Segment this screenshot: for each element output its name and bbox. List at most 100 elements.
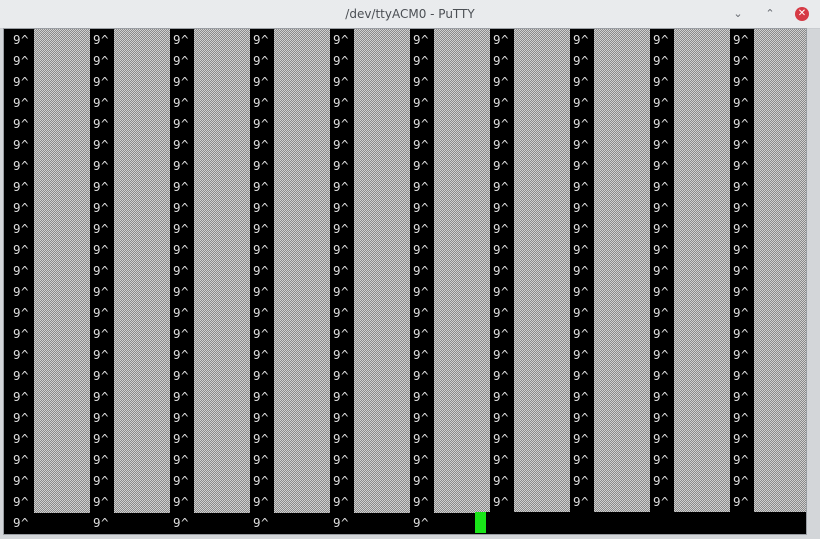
terminal-shade-band (34, 29, 90, 513)
terminal-cell: 9^ (573, 32, 590, 47)
terminal-cell: 9^ (93, 305, 110, 320)
terminal-cell: 9^ (13, 158, 30, 173)
terminal-cell: 9^ (653, 242, 670, 257)
terminal-cell: 9^ (333, 410, 350, 425)
terminal-cell: 9^ (653, 95, 670, 110)
terminal-cell: 9^ (413, 347, 430, 362)
terminal-cell: 9^ (333, 473, 350, 488)
terminal-cell: 9^ (653, 326, 670, 341)
terminal-cell: 9^ (173, 32, 190, 47)
terminal-cell: 9^ (653, 200, 670, 215)
terminal-cell: 9^ (653, 473, 670, 488)
terminal-cell: 9^ (173, 74, 190, 89)
terminal-cell: 9^ (253, 305, 270, 320)
terminal-cell: 9^ (173, 53, 190, 68)
restore-icon[interactable]: ⌃ (763, 7, 777, 21)
terminal-cell: 9^ (413, 473, 430, 488)
terminal-cell: 9^ (13, 32, 30, 47)
terminal-cell: 9^ (333, 284, 350, 299)
terminal-cell: 9^ (13, 410, 30, 425)
terminal-cell: 9^ (253, 32, 270, 47)
terminal-cell: 9^ (493, 116, 510, 131)
terminal-cell: 9^ (493, 494, 510, 509)
terminal-cell: 9^ (13, 347, 30, 362)
terminal-cell: 9^ (333, 347, 350, 362)
window-bottom-edge (0, 535, 820, 539)
terminal-cell: 9^ (493, 179, 510, 194)
terminal-cell: 9^ (653, 368, 670, 383)
terminal-cell: 9^ (173, 389, 190, 404)
terminal-cell: 9^ (13, 326, 30, 341)
terminal-cell: 9^ (13, 95, 30, 110)
terminal-cell: 9^ (93, 179, 110, 194)
terminal-cell: 9^ (333, 494, 350, 509)
terminal-cell: 9^ (733, 263, 750, 278)
terminal-cell: 9^ (13, 515, 30, 530)
terminal-cell: 9^ (653, 305, 670, 320)
terminal-cell: 9^ (413, 368, 430, 383)
terminal-cell: 9^ (653, 452, 670, 467)
terminal-cell: 9^ (413, 452, 430, 467)
terminal-cell: 9^ (173, 137, 190, 152)
terminal-cell: 9^ (493, 368, 510, 383)
terminal-cell: 9^ (173, 410, 190, 425)
terminal-cell: 9^ (253, 137, 270, 152)
terminal-cell: 9^ (173, 473, 190, 488)
terminal-cell: 9^ (173, 158, 190, 173)
terminal-cell: 9^ (573, 263, 590, 278)
terminal-cell: 9^ (413, 431, 430, 446)
terminal-cell: 9^ (733, 221, 750, 236)
terminal-cell: 9^ (573, 221, 590, 236)
terminal-cell: 9^ (93, 389, 110, 404)
terminal-cell: 9^ (333, 368, 350, 383)
terminal-cell: 9^ (13, 221, 30, 236)
terminal-cell: 9^ (13, 53, 30, 68)
terminal-cell: 9^ (253, 347, 270, 362)
terminal-cell: 9^ (93, 515, 110, 530)
terminal-cell: 9^ (93, 452, 110, 467)
terminal-cell: 9^ (413, 200, 430, 215)
terminal-cell: 9^ (173, 368, 190, 383)
terminal-cell: 9^ (253, 368, 270, 383)
terminal-cell: 9^ (253, 179, 270, 194)
terminal-shade-band (274, 29, 330, 513)
terminal-screen[interactable]: 9^ 9^ 9^ 9^ 9^ 9^ 9^ 9^ 9^ 9^ 9^ 9^ 9^ 9^ 9^ 9^ 9^ 9^ 9^ 9^… (4, 29, 806, 534)
terminal-cell: 9^ (173, 515, 190, 530)
terminal-cell: 9^ (93, 53, 110, 68)
terminal-cell: 9^ (413, 389, 430, 404)
terminal-cell: 9^ (413, 95, 430, 110)
terminal-cell: 9^ (493, 347, 510, 362)
terminal-cell: 9^ (573, 53, 590, 68)
terminal-cell: 9^ (573, 389, 590, 404)
terminal-cursor (475, 512, 486, 533)
terminal-cell: 9^ (653, 284, 670, 299)
terminal-cell: 9^ (173, 221, 190, 236)
terminal-cell: 9^ (413, 137, 430, 152)
terminal-cell: 9^ (253, 158, 270, 173)
terminal-cell: 9^ (733, 368, 750, 383)
terminal-cell: 9^ (13, 368, 30, 383)
terminal-cell: 9^ (93, 347, 110, 362)
terminal-cell: 9^ (573, 410, 590, 425)
terminal-cell: 9^ (253, 74, 270, 89)
terminal-blank-line (486, 512, 806, 534)
terminal-cell: 9^ (653, 179, 670, 194)
close-icon[interactable]: ✕ (795, 7, 809, 21)
terminal-cell: 9^ (733, 74, 750, 89)
terminal-cell: 9^ (413, 326, 430, 341)
terminal-cell: 9^ (93, 284, 110, 299)
terminal-cell: 9^ (93, 410, 110, 425)
terminal-cell: 9^ (333, 158, 350, 173)
terminal-cell: 9^ (573, 74, 590, 89)
terminal-cell: 9^ (173, 263, 190, 278)
terminal-cell: 9^ (333, 179, 350, 194)
terminal-cell: 9^ (253, 221, 270, 236)
minimize-icon[interactable]: ⌄ (731, 7, 745, 21)
terminal-cell: 9^ (173, 179, 190, 194)
terminal-cell: 9^ (253, 263, 270, 278)
terminal-cell: 9^ (253, 452, 270, 467)
terminal-cell: 9^ (333, 200, 350, 215)
terminal-cell: 9^ (93, 326, 110, 341)
terminal-cell: 9^ (93, 368, 110, 383)
terminal-cell: 9^ (13, 116, 30, 131)
